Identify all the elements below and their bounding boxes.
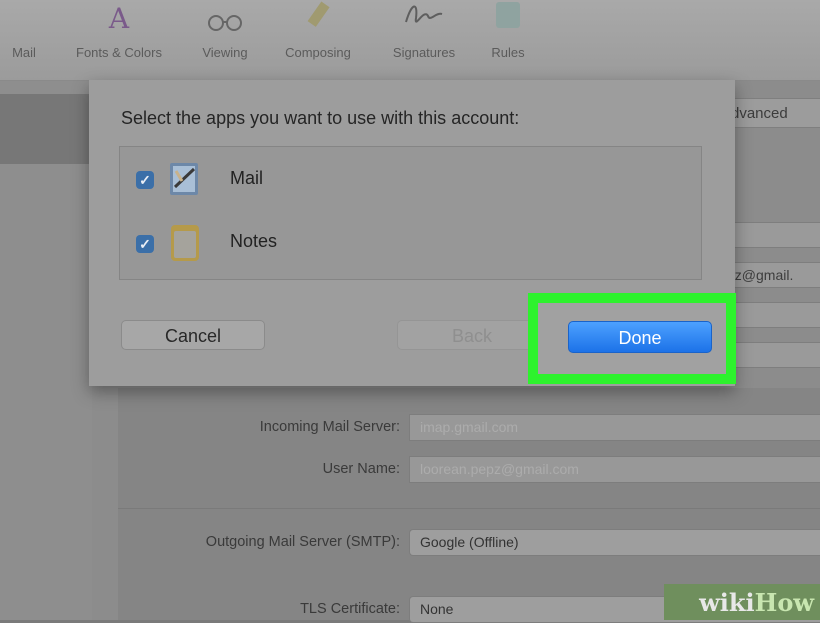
toolbar-item-label: Mail [12, 45, 36, 60]
full-name-field[interactable] [722, 302, 820, 328]
email-field[interactable]: pz@gmail. [722, 262, 820, 288]
apps-list: ✓ Mail ✓ Notes [119, 146, 702, 280]
incoming-server-input[interactable]: imap.gmail.com [409, 414, 820, 441]
password-field[interactable] [722, 342, 820, 368]
watermark-logo: wikiHow [699, 588, 814, 617]
fonts-colors-icon: A [108, 2, 130, 35]
composing-pencil-icon [303, 0, 333, 38]
toolbar-item-label: Viewing [202, 45, 248, 60]
mail-app-icon [168, 159, 202, 199]
back-button[interactable]: Back [397, 320, 547, 350]
app-label: Mail [230, 168, 264, 188]
watermark-wiki: wiki [699, 588, 755, 617]
outgoing-server-popup[interactable]: Google (Offline) [409, 529, 820, 556]
done-button[interactable]: Done [568, 321, 712, 353]
preferences-toolbar: Mail A Fonts & Colors Viewing Composing … [0, 0, 820, 81]
tab-advanced[interactable]: dvanced [724, 98, 820, 128]
sidebar-selected-account[interactable] [0, 94, 92, 164]
list-item[interactable]: ✓ Notes [120, 213, 701, 273]
toolbar-item-fonts-colors[interactable]: A Fonts & Colors [60, 0, 178, 80]
app-label: Notes [230, 231, 278, 251]
divider [118, 508, 820, 509]
done-highlight-inner: Done [538, 303, 726, 374]
toolbar-item-rules[interactable]: Rules [478, 0, 538, 80]
notes-checkbox[interactable]: ✓ [136, 235, 154, 253]
toolbar-item-mail[interactable]: Mail [4, 0, 44, 80]
notes-app-icon [168, 223, 202, 263]
toolbar-item-viewing[interactable]: Viewing [192, 0, 258, 80]
watermark-how: How [754, 588, 814, 617]
toolbar-item-label: Rules [491, 45, 525, 60]
mail-checkbox[interactable]: ✓ [136, 171, 154, 189]
incoming-server-label: Incoming Mail Server: [259, 419, 400, 435]
done-highlight-frame: Done [528, 293, 736, 384]
dialog-title: Select the apps you want to use with thi… [121, 108, 520, 128]
list-item[interactable]: ✓ Mail [120, 149, 701, 209]
toolbar-item-label: Composing [285, 45, 351, 60]
toolbar-item-composing[interactable]: Composing [266, 0, 370, 80]
cancel-button[interactable]: Cancel [121, 320, 265, 350]
toolbar-item-label: Fonts & Colors [76, 45, 162, 60]
username-input[interactable]: loorean.pepz@gmail.com [409, 456, 820, 483]
outgoing-server-label: Outgoing Mail Server (SMTP): [205, 534, 400, 550]
viewing-glasses-icon [205, 8, 245, 42]
toolbar-item-signatures[interactable]: Signatures [378, 0, 470, 80]
tls-certificate-label: TLS Certificate: [300, 601, 400, 617]
username-label: User Name: [322, 461, 400, 477]
toolbar-item-label: Signatures [392, 45, 456, 60]
rules-icon [493, 0, 523, 38]
description-field[interactable] [722, 222, 820, 248]
signature-icon [402, 0, 446, 40]
